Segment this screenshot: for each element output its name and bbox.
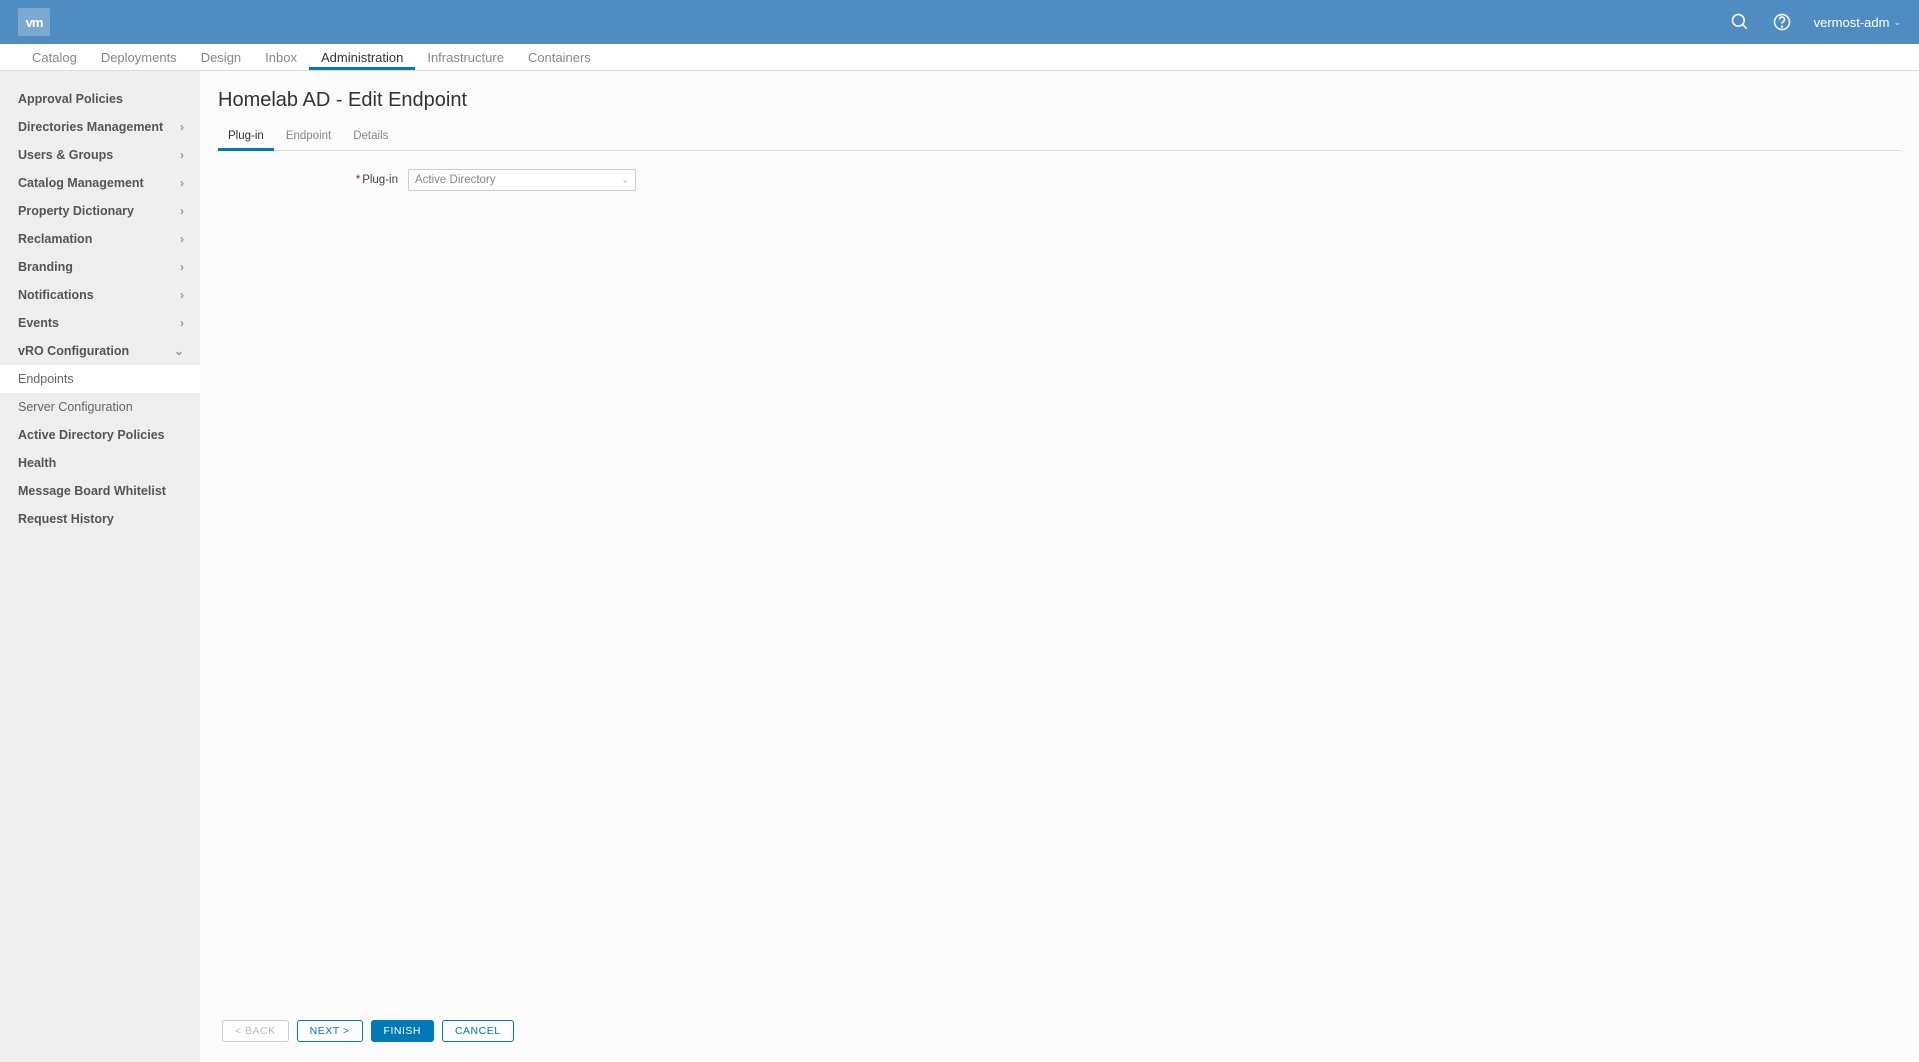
plugin-select[interactable]: Active Directory ⌄ — [408, 169, 636, 191]
chevron-right-icon: › — [180, 148, 184, 162]
sidebar-approval-policies[interactable]: Approval Policies — [0, 85, 200, 113]
topbar-right: vermost-adm ⌄ — [1730, 12, 1901, 32]
cancel-button[interactable]: CANCEL — [442, 1020, 514, 1042]
chevron-right-icon: › — [180, 288, 184, 302]
search-icon[interactable] — [1730, 12, 1750, 32]
logo[interactable]: vm — [18, 8, 50, 36]
sidebar-catalog-management[interactable]: Catalog Management› — [0, 169, 200, 197]
user-label: vermost-adm — [1814, 15, 1890, 30]
subtab-plugin[interactable]: Plug-in — [218, 126, 274, 151]
sidebar-events[interactable]: Events› — [0, 309, 200, 337]
nav-deployments[interactable]: Deployments — [89, 44, 189, 70]
nav-containers[interactable]: Containers — [516, 44, 603, 70]
chevron-right-icon: › — [180, 176, 184, 190]
subtab-details[interactable]: Details — [343, 126, 398, 151]
chevron-right-icon: › — [180, 204, 184, 218]
sidebar-server-configuration[interactable]: Server Configuration — [0, 393, 200, 421]
chevron-right-icon: › — [180, 120, 184, 134]
sidebar: Approval Policies Directories Management… — [0, 71, 200, 1062]
sidebar-endpoints[interactable]: Endpoints — [0, 365, 200, 393]
sidebar-property-dictionary[interactable]: Property Dictionary› — [0, 197, 200, 225]
sidebar-reclamation[interactable]: Reclamation› — [0, 225, 200, 253]
plugin-row: *Plug-in Active Directory ⌄ — [218, 169, 1901, 191]
sidebar-active-directory-policies[interactable]: Active Directory Policies — [0, 421, 200, 449]
chevron-down-icon: ⌄ — [174, 344, 184, 358]
form-area: *Plug-in Active Directory ⌄ — [218, 151, 1901, 1014]
chevron-right-icon: › — [180, 232, 184, 246]
nav-design[interactable]: Design — [189, 44, 253, 70]
sidebar-request-history[interactable]: Request History — [0, 505, 200, 533]
subtab-endpoint[interactable]: Endpoint — [276, 126, 341, 151]
nav-infrastructure[interactable]: Infrastructure — [415, 44, 516, 70]
help-icon[interactable] — [1772, 12, 1792, 32]
sidebar-branding[interactable]: Branding› — [0, 253, 200, 281]
sidebar-users-groups[interactable]: Users & Groups› — [0, 141, 200, 169]
chevron-down-icon: ⌄ — [1893, 17, 1901, 28]
finish-button[interactable]: FINISH — [371, 1020, 434, 1042]
logo-text: vm — [26, 15, 43, 30]
next-button[interactable]: NEXT > — [297, 1020, 363, 1042]
chevron-down-icon: ⌄ — [621, 175, 629, 186]
top-bar: vm vermost-adm ⌄ — [0, 0, 1919, 44]
sidebar-vro-configuration[interactable]: vRO Configuration⌄ — [0, 337, 200, 365]
chevron-right-icon: › — [180, 316, 184, 330]
chevron-right-icon: › — [180, 260, 184, 274]
user-menu[interactable]: vermost-adm ⌄ — [1814, 15, 1901, 30]
back-button: < BACK — [222, 1020, 289, 1042]
top-nav: Catalog Deployments Design Inbox Adminis… — [0, 44, 1919, 71]
plugin-label: *Plug-in — [218, 174, 408, 186]
page-title: Homelab AD - Edit Endpoint — [218, 89, 1901, 112]
wizard-footer: < BACK NEXT > FINISH CANCEL — [218, 1014, 1901, 1052]
nav-inbox[interactable]: Inbox — [253, 44, 309, 70]
sidebar-directories-management[interactable]: Directories Management› — [0, 113, 200, 141]
subtabs: Plug-in Endpoint Details — [218, 126, 1901, 151]
sidebar-notifications[interactable]: Notifications› — [0, 281, 200, 309]
plugin-select-value: Active Directory — [415, 174, 496, 186]
nav-catalog[interactable]: Catalog — [20, 44, 89, 70]
sidebar-message-board-whitelist[interactable]: Message Board Whitelist — [0, 477, 200, 505]
main-content: Homelab AD - Edit Endpoint Plug-in Endpo… — [200, 71, 1919, 1062]
sidebar-health[interactable]: Health — [0, 449, 200, 477]
nav-administration[interactable]: Administration — [309, 44, 415, 70]
